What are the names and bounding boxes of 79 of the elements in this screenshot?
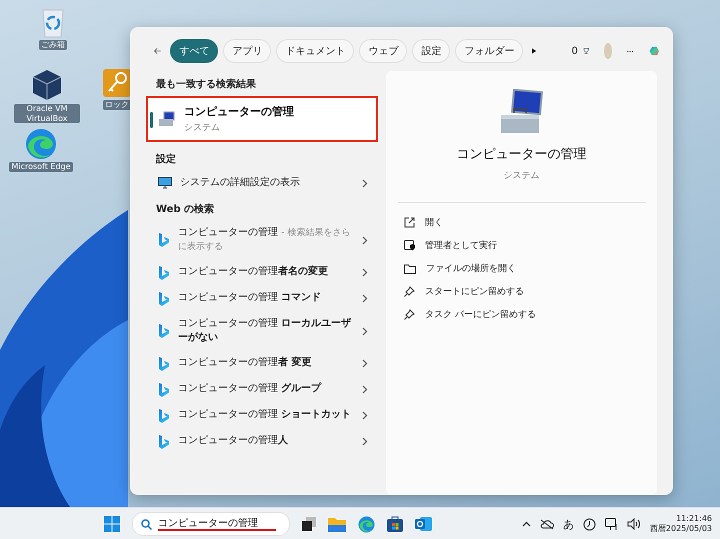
rewards-points: 0 (571, 46, 578, 56)
cloud-off-icon[interactable] (540, 518, 554, 530)
filter-tab[interactable]: 設定 (412, 39, 450, 63)
chevron-right-icon (362, 268, 368, 277)
filter-tab[interactable]: ウェブ (359, 39, 408, 63)
chevron-right-icon (362, 411, 368, 420)
more-options-icon[interactable] (627, 50, 634, 52)
desktop-icon-label[interactable]: Microsoft Edge (9, 162, 73, 172)
chevron-right-icon (362, 178, 368, 188)
filter-tab[interactable]: ドキュメント (276, 39, 354, 63)
web-search-suggestion[interactable]: コンピューターの管理人 (178, 434, 354, 449)
network-icon[interactable] (604, 518, 618, 530)
action-link[interactable]: スタートにピン留めする (425, 285, 524, 298)
action-link[interactable]: ファイルの場所を開く (426, 262, 516, 275)
desktop-icon-label[interactable]: Oracle VM VirtualBox (14, 104, 80, 124)
taskbar-search-field[interactable]: コンピューターの管理 (132, 512, 290, 536)
detail-title: コンピューターの管理 (456, 146, 586, 163)
web-search-suggestion[interactable]: コンピューターの管理者名の変更 (178, 265, 354, 280)
web-search-suggestion[interactable]: コンピューターの管理 - 検索結果をさらに表示する (178, 226, 354, 254)
folder-icon[interactable] (328, 516, 346, 532)
caret-up-icon[interactable] (522, 521, 531, 527)
result-subtitle: システム (184, 122, 221, 134)
clock-circle-icon[interactable] (582, 518, 596, 530)
folder-icon (404, 264, 416, 274)
best-match-result[interactable]: コンピューターの管理 システム (146, 96, 378, 142)
result-title: コンピューターの管理 (184, 104, 294, 119)
web-search-suggestion[interactable]: コンピューターの管理 グループ (178, 382, 354, 397)
cube-icon (30, 68, 64, 102)
task-view-icon[interactable] (302, 517, 316, 531)
bing-logo-icon (158, 290, 170, 306)
play-arrow-icon[interactable] (532, 46, 536, 56)
result-item[interactable]: システムの詳細設定の表示 (180, 176, 354, 190)
trophy-icon[interactable] (582, 45, 590, 57)
section-heading: 設定 (154, 152, 177, 167)
filter-tab[interactable]: アプリ (223, 39, 272, 63)
ime-mode-indicator[interactable]: あ (562, 516, 574, 532)
pin-icon (404, 286, 415, 297)
bing-logo-icon (158, 323, 170, 339)
key-icon (102, 68, 132, 98)
clock-date[interactable]: 西暦2025/05/03 (650, 524, 712, 534)
bing-logo-icon (158, 382, 170, 398)
section-heading: Web の検索 (155, 202, 216, 216)
chevron-right-icon (362, 385, 368, 394)
monitor-icon (158, 177, 172, 190)
speaker-icon[interactable] (626, 518, 641, 530)
clock-time[interactable]: 11:21:46 (676, 514, 712, 524)
action-link[interactable]: 開く (425, 216, 443, 229)
bing-logo-icon (158, 408, 170, 424)
edge-logo-icon (25, 128, 57, 160)
store-bag-icon[interactable] (387, 516, 403, 532)
filter-tab[interactable]: すべて (170, 39, 218, 63)
chevron-right-icon (362, 359, 368, 368)
action-link[interactable]: 管理者として実行 (425, 239, 497, 252)
chevron-right-icon (362, 437, 368, 446)
web-search-suggestion[interactable]: コンピューターの管理 ショートカット (178, 408, 354, 423)
shield-window-icon (404, 240, 415, 251)
bing-logo-icon (158, 264, 170, 280)
search-icon (141, 518, 152, 530)
bing-logo-icon (158, 356, 170, 372)
web-search-suggestion[interactable]: コンピューターの管理者 変更 (178, 356, 354, 371)
filter-tab[interactable]: フォルダー (455, 39, 524, 63)
toolbox-monitor-icon (158, 111, 176, 127)
external-link-icon (404, 217, 415, 228)
web-search-suggestion[interactable]: コンピューターの管理 ローカルユーザーがない (178, 316, 354, 346)
mail-app-icon[interactable] (415, 516, 432, 532)
bing-logo-icon (158, 232, 170, 248)
desktop-icon-label[interactable]: ごみ箱 (39, 40, 67, 50)
detail-subtitle: システム (504, 170, 540, 182)
windows-logo-icon[interactable] (104, 516, 120, 532)
chevron-right-icon (362, 236, 368, 244)
section-heading: 最も一致する検索結果 (155, 78, 257, 92)
desktop-icon-label[interactable]: ロック (103, 100, 131, 110)
web-search-suggestion[interactable]: コンピューターの管理 コマンド (178, 291, 354, 306)
chevron-right-icon (362, 326, 368, 336)
bing-logo-icon (158, 434, 170, 450)
action-link[interactable]: タスク バーにピン留めする (425, 308, 536, 321)
chevron-right-icon (362, 294, 368, 303)
edge-logo-icon[interactable] (358, 516, 375, 532)
pin-icon (404, 309, 415, 320)
